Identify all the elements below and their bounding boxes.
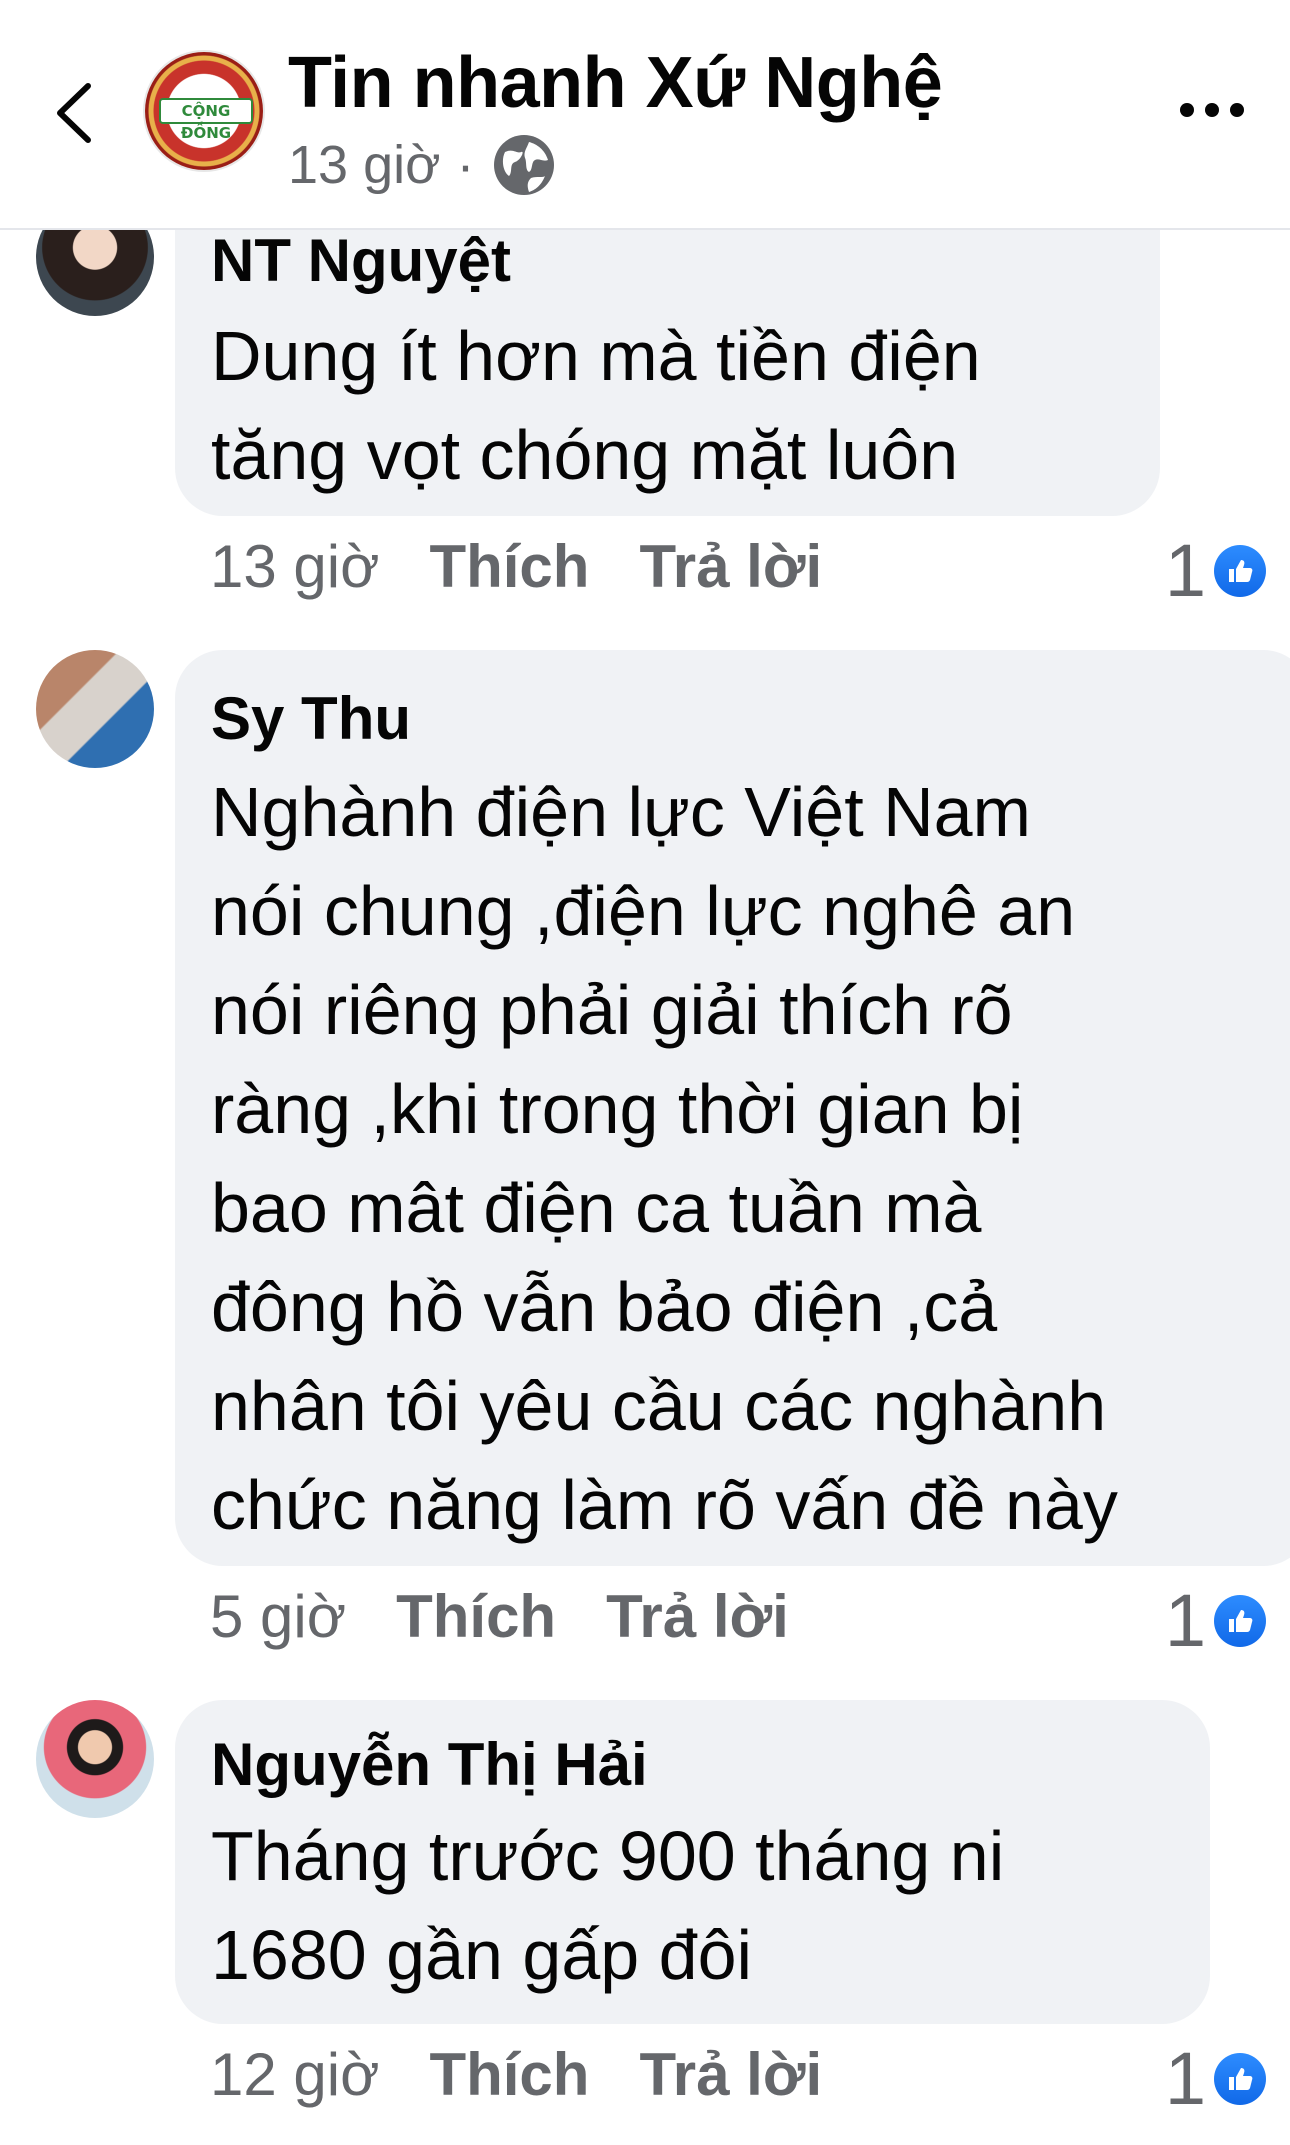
comment-time[interactable]: 13 giờ <box>210 533 379 600</box>
post-header: CỘNG ĐỒNG Tin nhanh Xứ Nghệ 13 giờ · <box>0 0 1290 230</box>
like-icon <box>1214 544 1266 597</box>
comment-author[interactable]: Sy Thu <box>211 684 1275 753</box>
like-button[interactable]: Thích <box>396 1583 556 1650</box>
reaction-count-value: 1 <box>1164 529 1206 612</box>
reply-button[interactable]: Trả lời <box>639 2041 822 2108</box>
chevron-left-icon <box>57 83 91 143</box>
comment-bubble: NT Nguyệt Dung ít hơn mà tiền điện tăng … <box>175 200 1160 516</box>
comment-text: Tháng trước 900 tháng ni 1680 gần gấp đô… <box>211 1817 1005 1994</box>
comment-time[interactable]: 12 giờ <box>210 2041 379 2108</box>
reply-button[interactable]: Trả lời <box>606 1583 789 1650</box>
comment-author[interactable]: NT Nguyệt <box>211 226 1124 295</box>
post-meta: 13 giờ · <box>288 132 557 198</box>
comment-actions: 12 giờ Thích Trả lời <box>210 2040 872 2109</box>
reaction-count[interactable]: 1 <box>1165 1578 1266 1663</box>
comment-bubble: Nguyễn Thị Hải Tháng trước 900 tháng ni … <box>175 1700 1210 2024</box>
more-icon <box>1180 103 1194 117</box>
more-icon-dot <box>1230 103 1244 117</box>
reaction-count[interactable]: 1 <box>1165 528 1266 613</box>
post-time[interactable]: 13 giờ <box>288 134 441 196</box>
like-button[interactable]: Thích <box>429 533 589 600</box>
reply-button[interactable]: Trả lời <box>639 533 822 600</box>
commenter-avatar[interactable] <box>36 650 154 768</box>
comment-text: Nghành điện lực Việt Nam nói chung ,điện… <box>211 773 1118 1544</box>
comment-actions: 5 giờ Thích Trả lời <box>210 1582 839 1651</box>
comment-bubble: Sy Thu Nghành điện lực Việt Nam nói chun… <box>175 650 1290 1566</box>
globe-icon <box>493 135 554 195</box>
avatar-logo-text: CỘNG ĐỒNG <box>159 98 253 142</box>
page-avatar[interactable]: CỘNG ĐỒNG <box>145 52 263 170</box>
reaction-count-value: 1 <box>1164 2037 1206 2120</box>
comment-author[interactable]: Nguyễn Thị Hải <box>211 1730 1174 1799</box>
back-button[interactable] <box>44 68 104 158</box>
comment-actions: 13 giờ Thích Trả lời <box>210 532 872 601</box>
comment-text: Dung ít hơn mà tiền điện tăng vọt chóng … <box>211 317 981 494</box>
commenter-avatar[interactable] <box>36 1700 154 1818</box>
like-button[interactable]: Thích <box>429 2041 589 2108</box>
page-name[interactable]: Tin nhanh Xứ Nghệ <box>288 42 943 124</box>
like-icon <box>1214 2052 1266 2105</box>
reaction-count-value: 1 <box>1164 1579 1206 1662</box>
more-options-button[interactable] <box>1180 90 1244 130</box>
more-icon-dot <box>1205 103 1219 117</box>
reaction-count[interactable]: 1 <box>1165 2036 1266 2121</box>
comment-time[interactable]: 5 giờ <box>210 1583 346 1650</box>
meta-separator: · <box>456 135 475 195</box>
like-icon <box>1214 1594 1266 1647</box>
